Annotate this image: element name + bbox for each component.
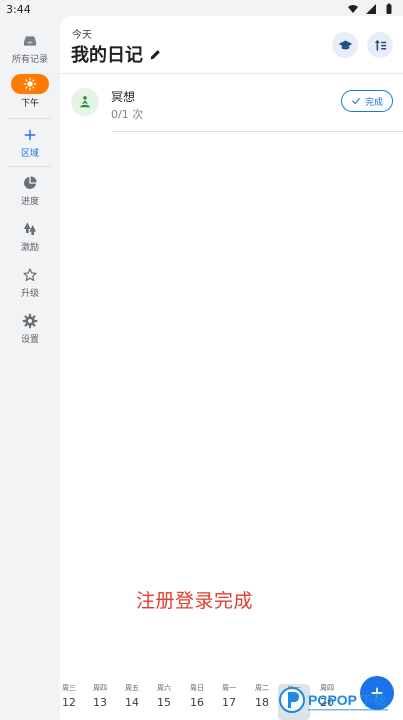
sort-button[interactable]: [367, 32, 393, 58]
caption-text: 注册登录完成: [136, 590, 254, 612]
sidebar-item-add-area[interactable]: 区域: [0, 126, 60, 160]
wifi-icon: [348, 5, 358, 13]
date-cell[interactable]: 周三 12: [53, 684, 85, 709]
pie-chart-icon: [21, 174, 39, 192]
sidebar-divider: [8, 166, 52, 167]
sidebar-item-label: 下午: [20, 99, 39, 109]
date-weekday: 周日: [190, 684, 204, 692]
add-icon: [21, 126, 39, 144]
meditation-icon: [71, 88, 99, 116]
date-weekday: 周三: [62, 684, 76, 692]
sidebar-item-label: 升级: [20, 289, 39, 299]
date-day: 18: [255, 696, 269, 709]
sidebar-item-progress[interactable]: 进度: [0, 174, 60, 208]
header: 今天 我的日记: [60, 16, 403, 74]
sort-icon: [374, 39, 386, 50]
sun-icon: [11, 74, 49, 94]
date-day: 16: [190, 696, 204, 709]
date-day: 12: [62, 696, 76, 709]
battery-icon: [386, 3, 392, 14]
date-cell[interactable]: 周五 14: [116, 684, 148, 709]
date-cell[interactable]: 周日 16: [181, 684, 213, 709]
sidebar-item-all-records[interactable]: 所有记录: [0, 32, 60, 66]
sidebar-item-label: 进度: [20, 197, 39, 207]
sidebar: 所有记录 下午 区域 进度 激励 升级 设置: [0, 18, 60, 720]
date-day: 13: [93, 696, 107, 709]
date-cell[interactable]: 周四 13: [84, 684, 116, 709]
date-day: 17: [222, 696, 236, 709]
sidebar-item-label: 激励: [20, 243, 39, 253]
star-icon: [21, 266, 39, 284]
date-cell[interactable]: 周二 18: [246, 684, 278, 709]
sidebar-item-settings[interactable]: 设置: [0, 312, 60, 346]
date-weekday: 周六: [157, 684, 171, 692]
date-day: 14: [125, 696, 139, 709]
sidebar-divider: [8, 118, 52, 119]
trees-icon: [21, 220, 39, 238]
date-weekday: 周一: [222, 684, 236, 692]
complete-button[interactable]: 完成: [341, 90, 393, 112]
inbox-icon: [21, 32, 39, 50]
pcpop-watermark-logo: PCPOP 下载: [278, 682, 403, 718]
habit-progress: 0/1 次: [111, 108, 144, 121]
habit-row[interactable]: 冥想 0/1 次 完成: [60, 82, 403, 132]
page-title: 我的日记: [71, 45, 143, 66]
habit-name: 冥想: [111, 90, 136, 104]
sidebar-item-label: 所有记录: [11, 55, 48, 65]
svg-text:PCPOP: PCPOP: [308, 692, 357, 708]
main-panel: 今天 我的日记 冥想 0/1 次 完成 注册登录完成 周三 12 周四 13 周…: [60, 16, 403, 720]
date-cell[interactable]: 周六 15: [148, 684, 180, 709]
sidebar-item-motivation[interactable]: 激励: [0, 220, 60, 254]
date-weekday: 周二: [255, 684, 269, 692]
edit-title-icon[interactable]: [149, 48, 162, 61]
complete-button-label: 完成: [364, 97, 383, 108]
gear-icon: [21, 312, 39, 330]
date-weekday: 周四: [93, 684, 107, 692]
graduation-cap-icon: [338, 40, 352, 49]
graduation-cap-button[interactable]: [332, 32, 358, 58]
status-time: 3:44: [6, 2, 31, 16]
page-subtitle: 今天: [72, 30, 92, 41]
page-title-row: 我的日记: [71, 41, 162, 67]
date-day: 15: [157, 696, 171, 709]
sidebar-item-label: 设置: [20, 335, 39, 345]
sidebar-item-label: 区域: [20, 149, 39, 159]
signal-icon: [366, 4, 376, 14]
date-cell[interactable]: 周一 17: [213, 684, 245, 709]
sidebar-item-upgrade[interactable]: 升级: [0, 266, 60, 300]
date-weekday: 周五: [125, 684, 139, 692]
check-icon: [352, 97, 360, 105]
sidebar-item-afternoon[interactable]: 下午: [0, 74, 60, 110]
status-icons: [347, 3, 395, 15]
svg-text:下载: 下载: [360, 693, 386, 709]
